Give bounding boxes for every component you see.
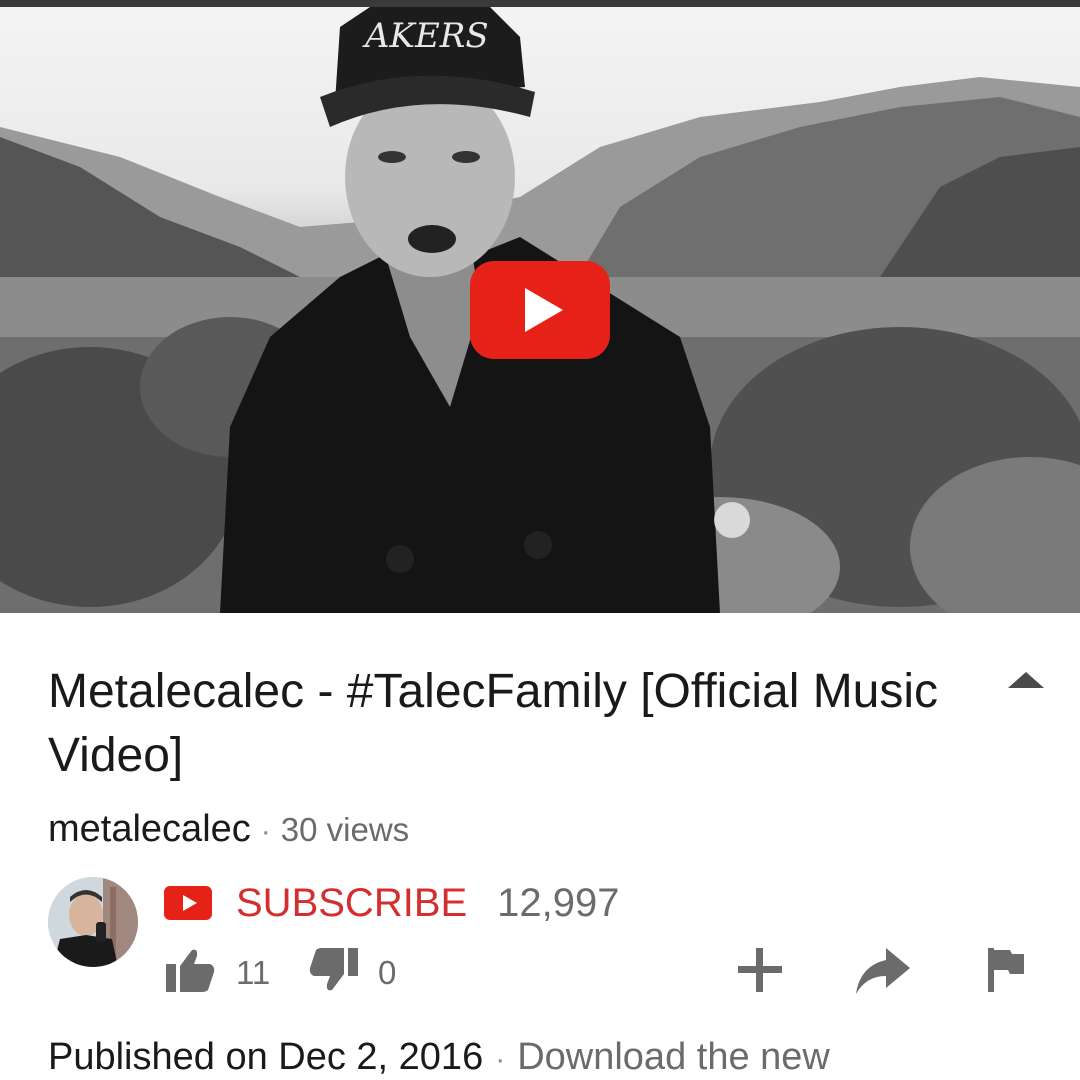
play-icon (525, 288, 563, 332)
thumbs-up-icon[interactable] (164, 944, 216, 996)
subscriber-count: 12,997 (497, 880, 620, 925)
description-separator: · (495, 1043, 506, 1076)
video-meta: metalecalec · 30 views (48, 808, 409, 851)
video-title: Metalecalec - #TalecFamily [Official Mus… (48, 665, 939, 782)
share-icon[interactable] (854, 944, 912, 996)
add-to-playlist-icon[interactable] (734, 944, 786, 996)
action-bar: 11 0 (160, 944, 1040, 1004)
description-line: Published on Dec 2, 2016 · Download the ne… (48, 1036, 830, 1079)
play-button[interactable] (470, 261, 610, 359)
collapse-description-icon[interactable] (1006, 670, 1046, 690)
subscribe-button[interactable]: SUBSCRIBE (236, 881, 467, 926)
like-count: 11 (236, 954, 271, 991)
status-bar-edge (0, 0, 1080, 7)
description-snippet: Download the new (517, 1036, 830, 1078)
youtube-logo-icon (164, 886, 212, 920)
avatar-image (48, 877, 138, 967)
subscribe-row: SUBSCRIBE 12,997 (164, 878, 620, 928)
dislike-count: 0 (378, 954, 397, 991)
publish-date: Published on Dec 2, 2016 (48, 1036, 484, 1078)
meta-separator: · (260, 815, 271, 848)
channel-name[interactable]: metalecalec (48, 808, 251, 850)
video-player[interactable]: AKERS (0, 7, 1080, 613)
flag-icon[interactable] (986, 944, 1026, 996)
view-count: 30 views (280, 811, 410, 848)
thumbs-down-icon[interactable] (308, 944, 360, 996)
svg-text:AKERS: AKERS (362, 16, 489, 56)
channel-avatar[interactable] (48, 877, 138, 967)
